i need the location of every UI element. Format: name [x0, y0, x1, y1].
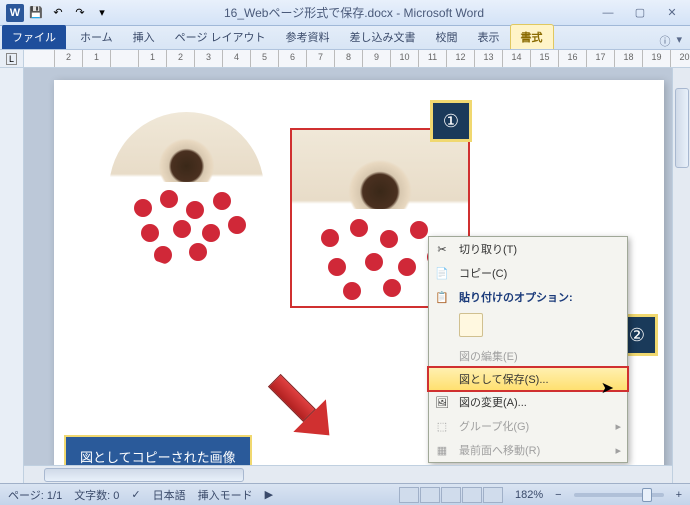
zoom-thumb[interactable] [642, 488, 652, 502]
status-word-count[interactable]: 文字数: 0 [74, 487, 119, 503]
tab-view[interactable]: 表示 [468, 25, 510, 49]
menu-bring-front: ▦最前面へ移動(R)▸ [429, 438, 627, 462]
view-print-layout[interactable] [399, 487, 419, 503]
context-menu: ✂切り取り(T) 📄コピー(C) 📋貼り付けのオプション: 図の編集(E) 図と… [428, 236, 628, 463]
tab-references[interactable]: 参考資料 [276, 25, 340, 49]
status-language[interactable]: 日本語 [153, 487, 186, 503]
ruler-row: L 21123456789101112131415161718192021222… [0, 50, 690, 68]
menu-change-picture[interactable]: 🖼図の変更(A)... [429, 390, 627, 414]
copied-image-circle[interactable] [109, 112, 264, 267]
status-macro[interactable]: ▶ [265, 488, 273, 501]
word-icon[interactable]: W [6, 4, 24, 22]
tab-mailings[interactable]: 差し込み文書 [340, 25, 426, 49]
horizontal-ruler[interactable]: 211234567891011121314151617181920212223 [24, 50, 690, 67]
zoom-level[interactable]: 182% [515, 489, 543, 501]
resize-handle[interactable] [376, 128, 384, 129]
menu-paste-header: 📋貼り付けのオプション: [429, 285, 627, 309]
menu-edit-picture: 図の編集(E) [429, 344, 627, 368]
save-button[interactable]: 💾 [26, 3, 46, 23]
redo-button[interactable]: ↷ [70, 3, 90, 23]
bring-front-icon: ▦ [433, 441, 451, 459]
tab-review[interactable]: 校閲 [426, 25, 468, 49]
menu-cut[interactable]: ✂切り取り(T) [429, 237, 627, 261]
resize-handle[interactable] [290, 128, 291, 129]
quick-access-toolbar: W 💾 ↶ ↷ ▾ [6, 3, 112, 23]
resize-handle[interactable] [469, 214, 470, 222]
titlebar: W 💾 ↶ ↷ ▾ 16_Webページ形式で保存.docx - Microsof… [0, 0, 690, 26]
vertical-scrollbar[interactable] [672, 68, 690, 486]
zoom-in-button[interactable]: + [676, 489, 682, 501]
zoom-out-button[interactable]: − [555, 489, 561, 501]
ribbon-help: ⓘ ▾ [659, 33, 682, 49]
view-web-layout[interactable] [441, 487, 461, 503]
horizontal-scrollbar[interactable] [24, 465, 672, 483]
undo-button[interactable]: ↶ [48, 3, 68, 23]
resize-handle[interactable] [290, 214, 291, 222]
window-controls: — ▢ ✕ [596, 4, 684, 22]
tab-home[interactable]: ホーム [70, 25, 123, 49]
scrollbar-thumb[interactable] [675, 88, 689, 168]
tab-format[interactable]: 書式 [510, 24, 554, 49]
annotation-arrow [250, 356, 349, 455]
help-icon[interactable]: ⓘ [659, 33, 670, 49]
paste-option-keep[interactable] [459, 313, 483, 337]
scissors-icon: ✂ [433, 240, 451, 258]
menu-save-as-picture[interactable]: 図として保存(S)... [428, 367, 628, 391]
tab-insert[interactable]: 挿入 [123, 25, 165, 49]
change-picture-icon: 🖼 [433, 393, 451, 411]
view-full-screen[interactable] [420, 487, 440, 503]
annotation-badge-1: ① [430, 100, 472, 142]
group-icon: ⬚ [433, 417, 451, 435]
vertical-ruler[interactable] [0, 68, 24, 486]
copy-icon: 📄 [433, 264, 451, 282]
tab-layout[interactable]: ページ レイアウト [165, 25, 276, 49]
qat-dropdown[interactable]: ▾ [92, 3, 112, 23]
status-page[interactable]: ページ: 1/1 [8, 487, 62, 503]
scrollbar-thumb[interactable] [44, 468, 244, 482]
maximize-button[interactable]: ▢ [628, 4, 652, 22]
resize-handle[interactable] [290, 307, 291, 308]
resize-handle[interactable] [376, 307, 384, 308]
status-spellcheck[interactable]: ✓ [131, 488, 140, 501]
paste-icon: 📋 [433, 288, 451, 306]
menu-copy[interactable]: 📄コピー(C) [429, 261, 627, 285]
zoom-slider[interactable] [574, 493, 664, 497]
window-title: 16_Webページ形式で保存.docx - Microsoft Word [112, 4, 596, 21]
minimize-button[interactable]: — [596, 4, 620, 22]
ruler-toggle[interactable]: L [0, 50, 24, 67]
menu-group: ⬚グループ化(G)▸ [429, 414, 627, 438]
ribbon-tabs: ファイル ホーム 挿入 ページ レイアウト 参考資料 差し込み文書 校閲 表示 … [0, 26, 690, 50]
view-draft[interactable] [483, 487, 503, 503]
collapse-ribbon-icon[interactable]: ▾ [676, 33, 682, 49]
tab-file[interactable]: ファイル [2, 25, 66, 49]
view-outline[interactable] [462, 487, 482, 503]
view-buttons [399, 487, 503, 503]
paste-options [429, 309, 627, 344]
statusbar: ページ: 1/1 文字数: 0 ✓ 日本語 挿入モード ▶ 182% − + [0, 483, 690, 505]
close-button[interactable]: ✕ [660, 4, 684, 22]
status-insert-mode[interactable]: 挿入モード [198, 487, 253, 503]
